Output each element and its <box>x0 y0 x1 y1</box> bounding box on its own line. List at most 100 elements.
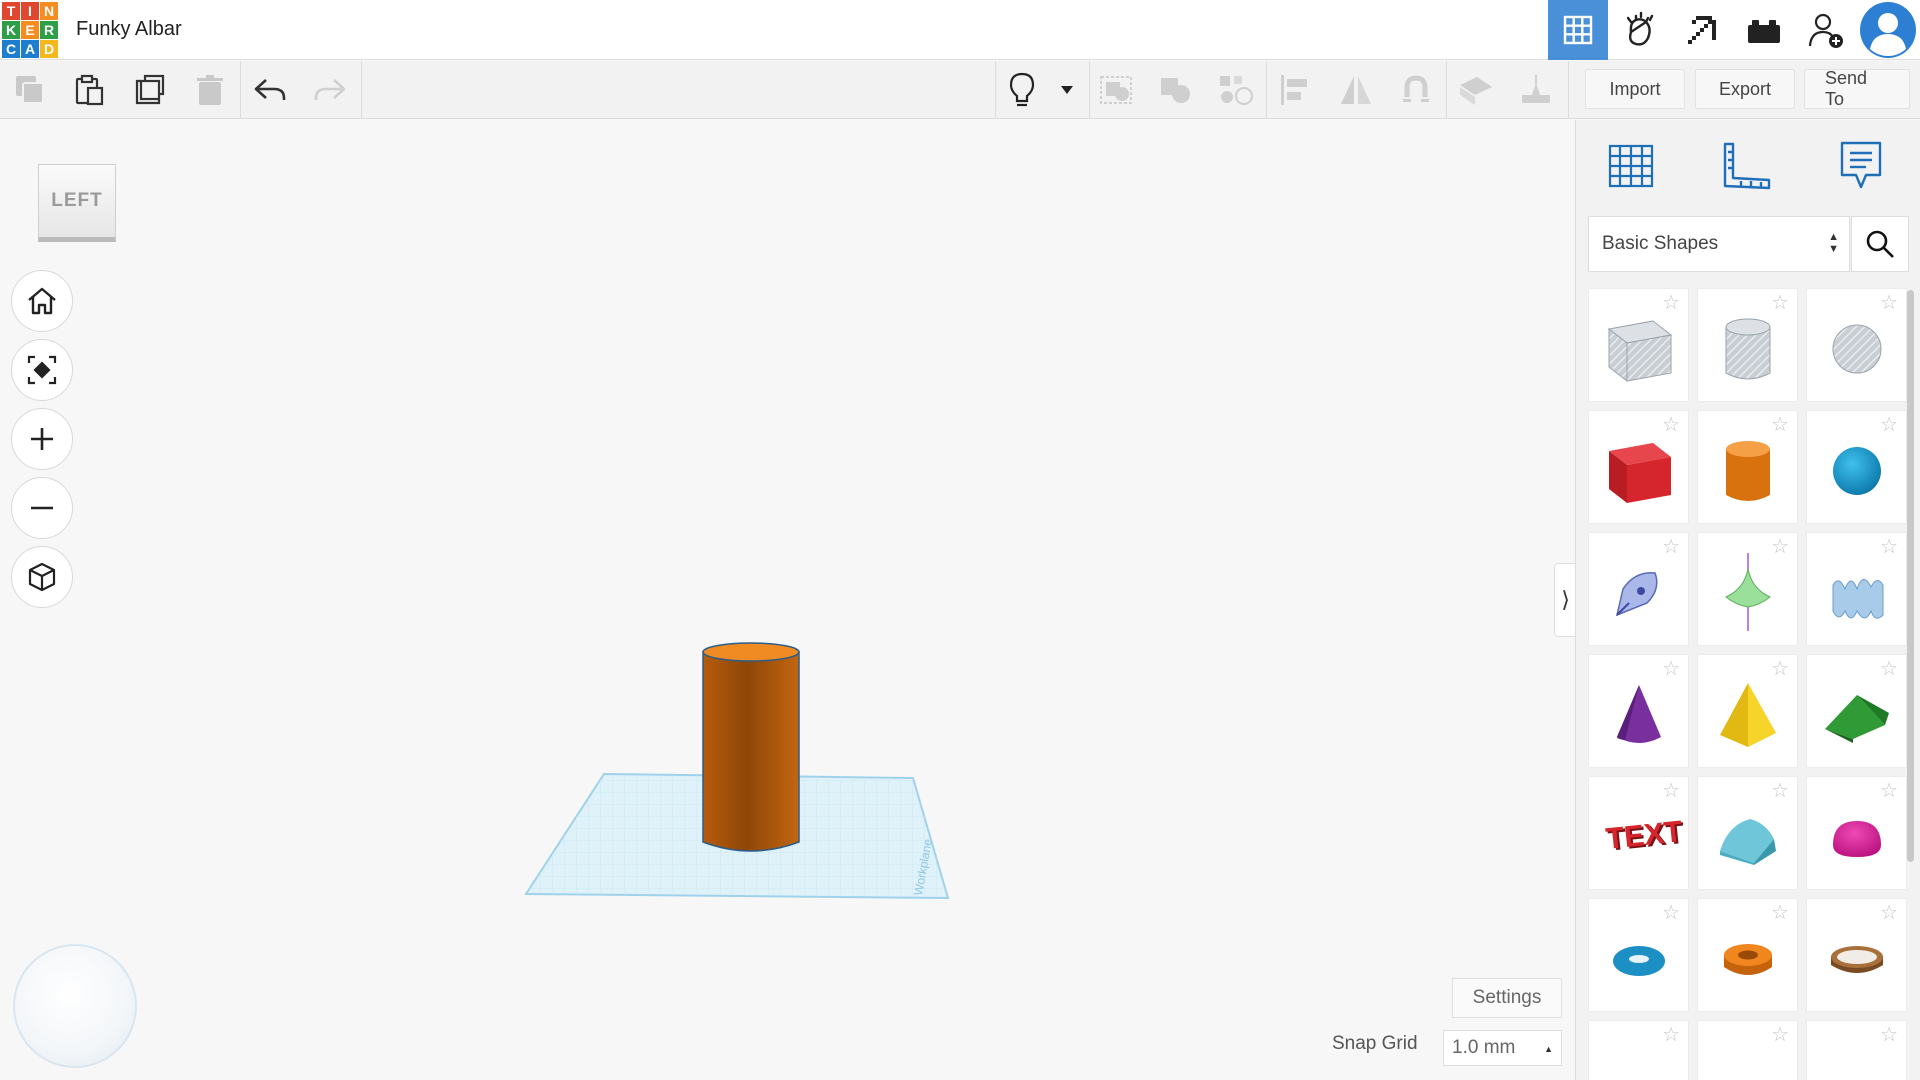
chevron-down-icon[interactable] <box>1046 61 1088 119</box>
favorite-star-icon[interactable]: ☆ <box>1771 1025 1789 1045</box>
zoom-out-icon[interactable] <box>11 477 73 539</box>
3d-viewport[interactable]: Workplane LEFT ⟩ Settings Snap Grid 1.0 … <box>0 120 1576 1080</box>
roof-icon <box>1825 695 1889 743</box>
project-name[interactable]: Funky Albar <box>76 18 182 41</box>
settings-button[interactable]: Settings <box>1452 978 1562 1018</box>
tinkercad-logo[interactable]: T I N K E R C A D <box>2 2 58 58</box>
bricks-icon[interactable] <box>1734 0 1794 60</box>
user-avatar-icon[interactable] <box>1858 0 1918 60</box>
logo-letter: T <box>2 2 20 20</box>
sphere-hole-icon <box>1832 324 1882 374</box>
orange-cylinder[interactable] <box>702 642 800 852</box>
favorite-star-icon[interactable]: ☆ <box>1771 781 1789 801</box>
trash-icon[interactable] <box>180 61 240 119</box>
align-icon[interactable] <box>1266 61 1326 119</box>
favorite-star-icon[interactable]: ☆ <box>1880 415 1898 435</box>
torus-icon <box>1613 946 1665 976</box>
shape-tube[interactable]: ☆ <box>1697 898 1798 1012</box>
ungroup-icon[interactable] <box>1146 61 1206 119</box>
shape-sphere[interactable]: ☆ <box>1806 410 1907 524</box>
favorite-star-icon[interactable]: ☆ <box>1771 293 1789 313</box>
favorite-star-icon[interactable]: ☆ <box>1771 415 1789 435</box>
mirror-icon[interactable] <box>1326 61 1386 119</box>
shape-wavy[interactable]: ☆ <box>1806 532 1907 646</box>
shape-cell[interactable]: ☆ <box>1588 1020 1689 1080</box>
view-cube[interactable]: LEFT <box>38 164 116 242</box>
lightbulb-icon[interactable] <box>992 61 1052 119</box>
shape-text[interactable]: TEXT TEXT ☆ <box>1588 776 1689 890</box>
shape-half-sphere[interactable]: ☆ <box>1806 776 1907 890</box>
shape-cell[interactable]: ☆ <box>1697 1020 1798 1080</box>
logo-letter: E <box>21 21 39 39</box>
copy-icon[interactable] <box>0 61 60 119</box>
snap-grid-select[interactable]: 1.0 mm ▲ <box>1443 1030 1562 1066</box>
favorite-star-icon[interactable]: ☆ <box>1880 1025 1898 1045</box>
favorite-star-icon[interactable]: ☆ <box>1880 781 1898 801</box>
workplane-tool-icon[interactable] <box>1446 61 1506 119</box>
panel-scrollbar[interactable] <box>1907 290 1914 862</box>
favorite-star-icon[interactable]: ☆ <box>1662 293 1680 313</box>
favorite-star-icon[interactable]: ☆ <box>1662 415 1680 435</box>
favorite-star-icon[interactable]: ☆ <box>1662 659 1680 679</box>
ruler-tool-icon[interactable] <box>1506 61 1566 119</box>
redo-icon[interactable] <box>300 61 360 119</box>
favorite-star-icon[interactable]: ☆ <box>1880 293 1898 313</box>
favorite-star-icon[interactable]: ☆ <box>1662 537 1680 557</box>
favorite-star-icon[interactable]: ☆ <box>1662 903 1680 923</box>
scribble-pen-icon <box>1615 572 1658 617</box>
notes-icon[interactable] <box>1826 132 1896 200</box>
shape-cylinder[interactable]: ☆ <box>1697 410 1798 524</box>
shape-cone[interactable]: ☆ <box>1588 654 1689 768</box>
fit-view-icon[interactable] <box>11 339 73 401</box>
duplicate-icon[interactable] <box>120 61 180 119</box>
favorite-star-icon[interactable]: ☆ <box>1771 537 1789 557</box>
workplane-grid-icon[interactable] <box>1596 132 1666 200</box>
collapse-panel-tab[interactable]: ⟩ <box>1554 563 1576 637</box>
favorite-star-icon[interactable]: ☆ <box>1771 659 1789 679</box>
circuits-hand-icon[interactable] <box>1610 0 1670 60</box>
home-icon[interactable] <box>11 270 73 332</box>
top-bar: T I N K E R C A D Funky Albar <box>0 0 1920 60</box>
logo-letter: D <box>40 40 58 58</box>
cruise-icon[interactable] <box>1206 61 1266 119</box>
ruler-icon[interactable] <box>1711 132 1781 200</box>
favorite-star-icon[interactable]: ☆ <box>1880 537 1898 557</box>
shape-generator[interactable]: ☆ <box>1697 532 1798 646</box>
import-button[interactable]: Import <box>1585 69 1685 109</box>
zoom-in-icon[interactable] <box>11 408 73 470</box>
group-icon[interactable] <box>1086 61 1146 119</box>
box-hole-icon <box>1607 320 1673 383</box>
shape-box-hole[interactable]: ☆ <box>1588 288 1689 402</box>
minecraft-pickaxe-icon[interactable] <box>1672 0 1732 60</box>
export-button[interactable]: Export <box>1695 69 1795 109</box>
favorite-star-icon[interactable]: ☆ <box>1662 781 1680 801</box>
send-to-button[interactable]: Send To <box>1804 68 1910 109</box>
spinning-top-icon <box>1725 553 1771 631</box>
paste-icon[interactable] <box>60 61 120 119</box>
favorite-star-icon[interactable]: ☆ <box>1662 1025 1680 1045</box>
favorite-star-icon[interactable]: ☆ <box>1880 903 1898 923</box>
shape-scribble[interactable]: ☆ <box>1588 532 1689 646</box>
scene-canvas[interactable]: Workplane <box>0 120 1575 1080</box>
shape-pyramid[interactable]: ☆ <box>1697 654 1798 768</box>
magnet-icon[interactable] <box>1386 61 1446 119</box>
shape-cylinder-hole[interactable]: ☆ <box>1697 288 1798 402</box>
shape-ring[interactable]: ☆ <box>1806 898 1907 1012</box>
shape-library-value: Basic Shapes <box>1602 233 1719 254</box>
favorite-star-icon[interactable]: ☆ <box>1771 903 1789 923</box>
shape-round-roof[interactable]: ☆ <box>1697 776 1798 890</box>
orbit-navigation-ball[interactable] <box>13 944 137 1068</box>
shape-box[interactable]: ☆ <box>1588 410 1689 524</box>
perspective-cube-icon[interactable] <box>11 546 73 608</box>
3d-design-grid-icon[interactable] <box>1548 0 1608 60</box>
snap-grid-label: Snap Grid <box>1332 1033 1418 1054</box>
shape-library-select[interactable]: Basic Shapes ▲ ▼ <box>1588 216 1850 272</box>
search-icon[interactable] <box>1851 216 1909 272</box>
favorite-star-icon[interactable]: ☆ <box>1880 659 1898 679</box>
undo-icon[interactable] <box>240 61 300 119</box>
shape-sphere-hole[interactable]: ☆ <box>1806 288 1907 402</box>
invite-user-icon[interactable] <box>1796 0 1856 60</box>
shape-torus[interactable]: ☆ <box>1588 898 1689 1012</box>
shape-roof[interactable]: ☆ <box>1806 654 1907 768</box>
shape-cell[interactable]: ☆ <box>1806 1020 1907 1080</box>
